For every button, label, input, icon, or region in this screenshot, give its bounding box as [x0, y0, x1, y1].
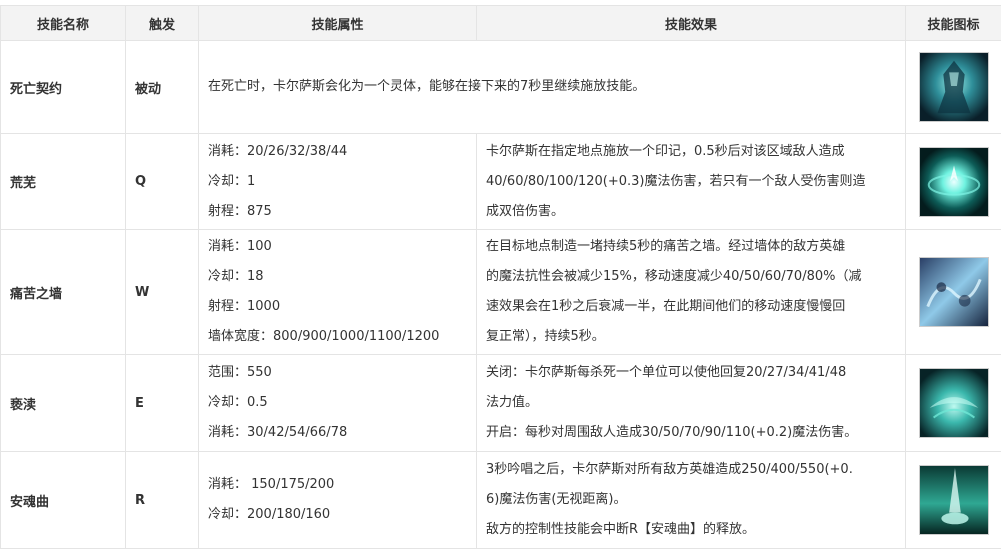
- passive-death-defied-icon: [918, 52, 989, 122]
- skill-trigger: 被动: [125, 40, 199, 134]
- effect-line: 的魔法抗性会被减少15%，移动速度减少40/50/60/70/80%（减: [486, 269, 862, 284]
- skill-effect: 3秒吟唱之后，卡尔萨斯对所有敌方英雄造成250/400/550(+0. 6)魔法…: [476, 451, 906, 549]
- table-row: 死亡契约 被动 在死亡时，卡尔萨斯会化为一个灵体，能够在接下来的7秒里继续施放技…: [0, 40, 1001, 134]
- attribute-line: 冷却：1: [208, 173, 256, 189]
- table-row: 安魂曲 R 消耗： 150/175/200 冷却：200/180/160 3秒吟…: [0, 451, 1001, 549]
- attribute-line: 射程：1000: [208, 299, 281, 314]
- table-row: 荒芜 Q 消耗：20/26/32/38/44 冷却：1 射程：875 卡尔萨斯在…: [0, 133, 1001, 230]
- skill-name: 亵渎: [0, 354, 126, 452]
- header-trigger: 触发: [125, 5, 199, 41]
- table-row: 亵渎 E 范围：550 冷却：0.5 消耗：30/42/54/66/78 关闭：…: [0, 354, 1001, 452]
- effect-line: 敌方的控制性技能会中断R【安魂曲】的释放。: [486, 522, 756, 537]
- skill-attributes: 消耗：100 冷却：18 射程：1000 墙体宽度：800/900/1000/1…: [198, 229, 477, 355]
- effect-line: 复正常），持续5秒。: [486, 329, 605, 344]
- skills-table: 技能名称 触发 技能属性 技能效果 技能图标 死亡契约 被动 在死亡时，卡尔萨斯…: [0, 5, 1001, 549]
- table-header-row: 技能名称 触发 技能属性 技能效果 技能图标: [0, 5, 1001, 41]
- effect-line: 40/60/80/100/120(+0.3)魔法伤害，若只有一个敌人受伤害则造: [486, 173, 866, 189]
- attribute-line: 消耗：20/26/32/38/44: [208, 143, 348, 159]
- skill-name: 痛苦之墙: [0, 229, 126, 355]
- skill-attributes: 消耗： 150/175/200 冷却：200/180/160: [198, 451, 477, 549]
- requiem-icon: [918, 465, 989, 535]
- skill-name: 荒芜: [0, 133, 126, 230]
- effect-line: 开启：每秒对周围敌人造成30/50/70/90/110(+0.2)魔法伤害。: [486, 425, 858, 440]
- effect-line: 在目标地点制造一堵持续5秒的痛苦之墙。经过墙体的敌方英雄: [486, 239, 846, 254]
- defile-icon: [918, 368, 989, 438]
- header-icon: 技能图标: [905, 5, 1001, 41]
- lay-waste-icon: [918, 146, 989, 217]
- skill-effect: 关闭：卡尔萨斯每杀死一个单位可以使他回复20/27/34/41/48 法力值。 …: [476, 354, 906, 452]
- attribute-line: 冷却：18: [208, 269, 264, 284]
- effect-line: 法力值。: [486, 395, 539, 410]
- attribute-line: 墙体宽度：800/900/1000/1100/1200: [208, 329, 440, 344]
- skill-trigger: Q: [125, 133, 199, 230]
- effect-line: 3秒吟唱之后，卡尔萨斯对所有敌方英雄造成250/400/550(+0.: [486, 462, 853, 477]
- effect-line: 卡尔萨斯在指定地点施放一个印记，0.5秒后对该区域敌人造成: [486, 143, 845, 159]
- skill-trigger: E: [125, 354, 199, 452]
- skill-trigger: W: [125, 229, 199, 355]
- skill-name: 安魂曲: [0, 451, 126, 549]
- skill-attributes: 范围：550 冷却：0.5 消耗：30/42/54/66/78: [198, 354, 477, 452]
- attribute-line: 消耗：30/42/54/66/78: [208, 425, 348, 440]
- skill-name: 死亡契约: [0, 40, 126, 134]
- effect-line: 成双倍伤害。: [486, 203, 565, 219]
- attribute-line: 消耗： 150/175/200: [208, 477, 335, 492]
- attribute-line: 范围：550: [208, 365, 272, 380]
- skill-trigger: R: [125, 451, 199, 549]
- effect-line: 速效果会在1秒之后衰减一半，在此期间他们的移动速度慢慢回: [486, 299, 846, 314]
- skill-attributes: 消耗：20/26/32/38/44 冷却：1 射程：875: [198, 133, 477, 230]
- header-attributes: 技能属性: [198, 5, 477, 41]
- table-row: 痛苦之墙 W 消耗：100 冷却：18 射程：1000 墙体宽度：800/900…: [0, 229, 1001, 355]
- skill-effect: 在死亡时，卡尔萨斯会化为一个灵体，能够在接下来的7秒里继续施放技能。: [198, 40, 906, 134]
- effect-line: 6)魔法伤害(无视距离)。: [486, 492, 627, 507]
- attribute-line: 冷却：0.5: [208, 395, 268, 410]
- effect-line: 关闭：卡尔萨斯每杀死一个单位可以使他回复20/27/34/41/48: [486, 365, 847, 380]
- skill-effect: 在目标地点制造一堵持续5秒的痛苦之墙。经过墙体的敌方英雄 的魔法抗性会被减少15…: [476, 229, 906, 355]
- skill-effect: 卡尔萨斯在指定地点施放一个印记，0.5秒后对该区域敌人造成 40/60/80/1…: [476, 133, 906, 230]
- attribute-line: 冷却：200/180/160: [208, 507, 331, 522]
- attribute-line: 射程：875: [208, 203, 272, 219]
- wall-of-pain-icon: [918, 257, 989, 327]
- attribute-line: 消耗：100: [208, 239, 272, 254]
- header-skill-name: 技能名称: [0, 5, 126, 41]
- header-effect: 技能效果: [476, 5, 906, 41]
